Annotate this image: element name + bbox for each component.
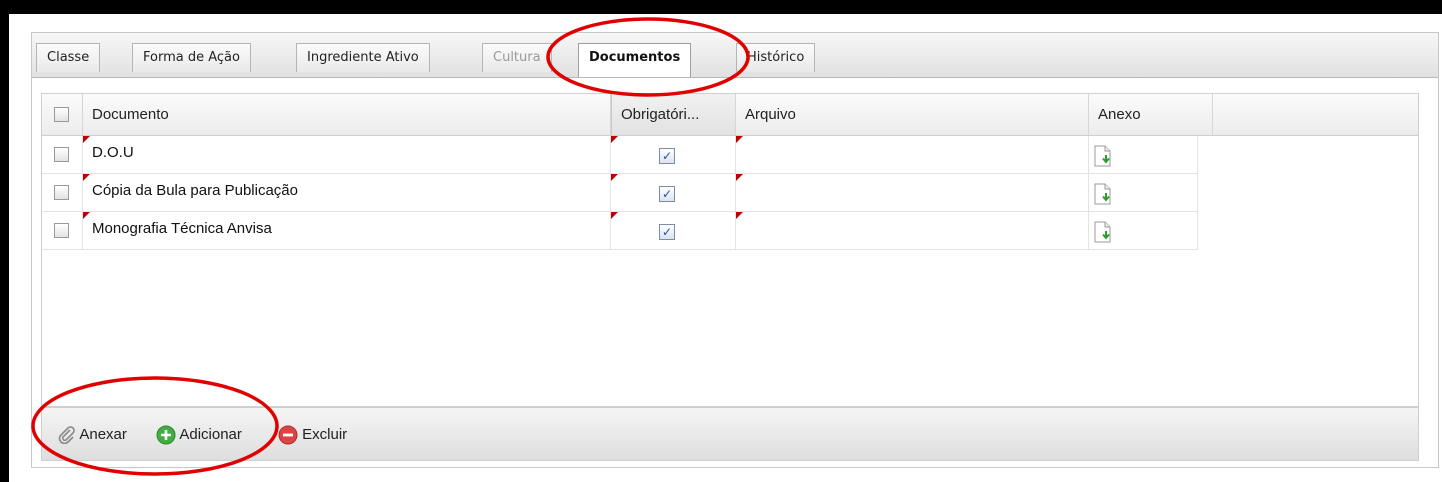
dirty-marker [611,174,618,181]
column-header-anexo[interactable]: Anexo [1089,94,1213,135]
grid-header: Documento Obrigatóri... Arquivo Anexo [42,94,1418,136]
obrigatorio-checkbox-checked[interactable]: ✓ [659,224,675,240]
documento-text: D.O.U [92,144,134,161]
panel-body: Documento Obrigatóri... Arquivo Anexo D.… [31,32,1439,468]
dirty-marker [736,174,743,181]
excluir-button[interactable]: Excluir [278,424,347,446]
row-select-cell [42,136,83,173]
document-download-icon[interactable] [1094,183,1112,205]
arquivo-cell[interactable] [736,174,1089,211]
table-row[interactable]: Cópia da Bula para Publicação ✓ [42,174,1198,212]
anexo-cell[interactable] [1089,212,1198,249]
documento-text: Cópia da Bula para Publicação [92,182,298,199]
dirty-marker [83,136,90,143]
documento-cell[interactable]: Cópia da Bula para Publicação [83,174,611,211]
grid-toolbar: Anexar Adicionar Excluir [41,407,1419,461]
obrigatorio-checkbox-checked[interactable]: ✓ [659,186,675,202]
anexo-cell[interactable] [1089,174,1198,211]
dirty-marker [611,136,618,143]
column-header-documento[interactable]: Documento [83,94,611,135]
row-select-cell [42,212,83,249]
header-select-cell [42,94,83,135]
obrigatorio-cell[interactable]: ✓ [611,212,736,249]
adicionar-button[interactable]: Adicionar [156,424,242,446]
arquivo-cell[interactable] [736,212,1089,249]
adicionar-label: Adicionar [179,426,242,443]
column-header-arquivo[interactable]: Arquivo [736,94,1089,135]
add-circle-icon [156,425,176,445]
document-download-icon[interactable] [1094,145,1112,167]
delete-circle-icon [278,425,298,445]
paperclip-icon [58,426,75,445]
screenshot-border-top [0,0,1442,14]
obrigatorio-cell[interactable]: ✓ [611,174,736,211]
dirty-marker [736,136,743,143]
table-row[interactable]: D.O.U ✓ [42,136,1198,174]
table-row[interactable]: Monografia Técnica Anvisa ✓ [42,212,1198,250]
row-checkbox[interactable] [54,185,69,200]
anexar-button[interactable]: Anexar [58,424,127,446]
anexo-cell[interactable] [1089,136,1198,173]
dirty-marker [83,212,90,219]
documento-text: Monografia Técnica Anvisa [92,220,272,237]
column-header-obrigatorio[interactable]: Obrigatóri... [611,94,736,135]
anexar-label: Anexar [79,426,127,443]
row-select-cell [42,174,83,211]
obrigatorio-cell[interactable]: ✓ [611,136,736,173]
arquivo-cell[interactable] [736,136,1089,173]
excluir-label: Excluir [302,426,348,443]
documents-grid: Documento Obrigatóri... Arquivo Anexo D.… [41,93,1419,407]
row-checkbox[interactable] [54,223,69,238]
obrigatorio-checkbox-checked[interactable]: ✓ [659,148,675,164]
screenshot-border-left [0,0,9,482]
documento-cell[interactable]: Monografia Técnica Anvisa [83,212,611,249]
documento-cell[interactable]: D.O.U [83,136,611,173]
select-all-checkbox[interactable] [54,107,69,122]
dirty-marker [611,212,618,219]
dirty-marker [83,174,90,181]
row-checkbox[interactable] [54,147,69,162]
document-download-icon[interactable] [1094,221,1112,243]
dirty-marker [736,212,743,219]
